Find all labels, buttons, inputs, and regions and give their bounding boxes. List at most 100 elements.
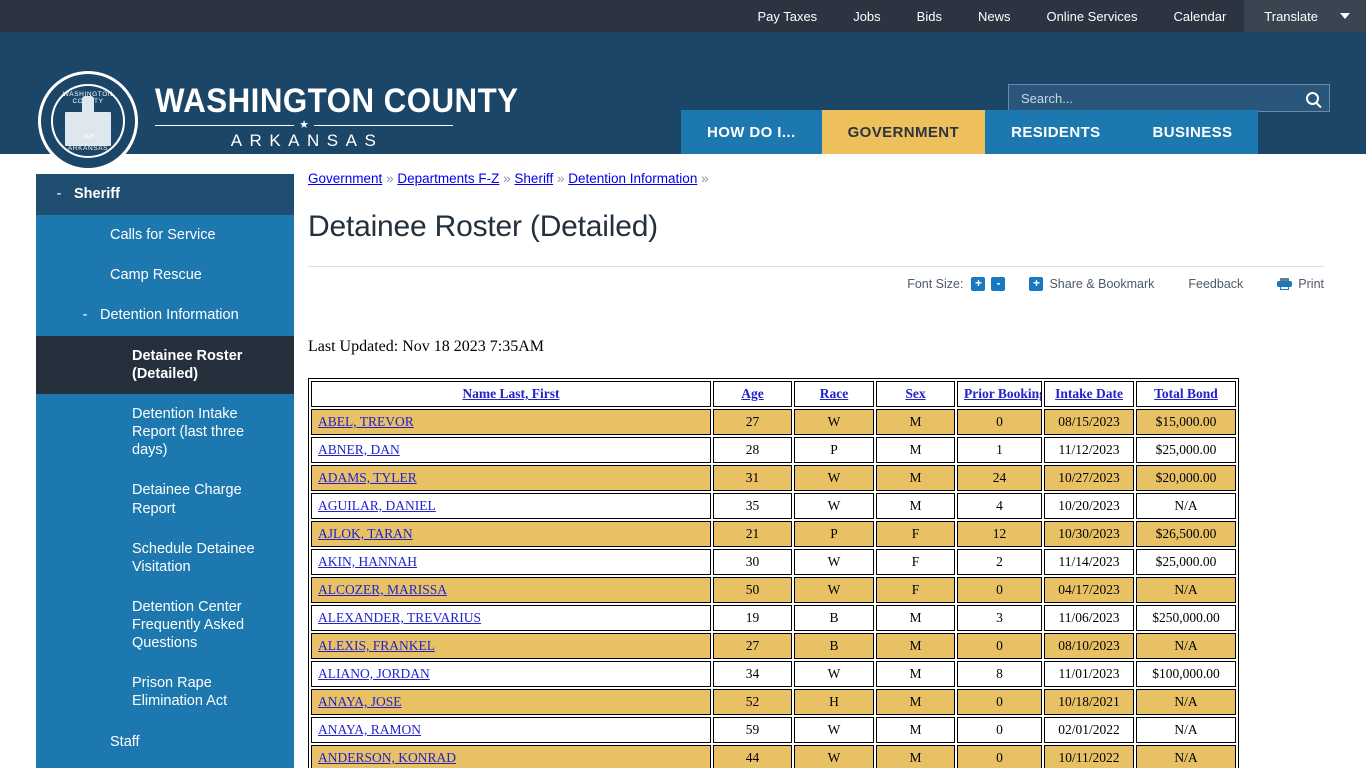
cell-name[interactable]: AJLOK, TARAN bbox=[311, 521, 711, 547]
column-header-intake[interactable]: Intake Date bbox=[1044, 381, 1134, 407]
site-search[interactable] bbox=[1008, 84, 1330, 112]
sidebar-item-detainee-charge-report[interactable]: Detainee Charge Report bbox=[36, 470, 294, 528]
sidebar-item-sheriff[interactable]: - Sheriff bbox=[36, 174, 294, 215]
cell-name[interactable]: ANDERSON, KONRAD bbox=[311, 745, 711, 768]
sort-link-sex[interactable]: Sex bbox=[905, 386, 925, 401]
sidebar-item-faqs[interactable]: +FAQs bbox=[36, 762, 294, 768]
sidebar-item-schedule-detainee-visitation[interactable]: Schedule Detainee Visitation bbox=[36, 529, 294, 587]
share-bookmark-button[interactable]: + Share & Bookmark bbox=[1029, 277, 1154, 291]
sort-link-intake[interactable]: Intake Date bbox=[1055, 386, 1123, 401]
sidebar-item-detention-center-frequently-asked-questions[interactable]: Detention Center Frequently Asked Questi… bbox=[36, 587, 294, 663]
sidebar-item-label: Camp Rescue bbox=[110, 266, 202, 283]
breadcrumb-item-detention-information[interactable]: Detention Information bbox=[568, 171, 697, 186]
detainee-link[interactable]: AKIN, HANNAH bbox=[318, 554, 417, 569]
wordmark-county: WASHINGTON COUNTY bbox=[155, 82, 519, 120]
table-row: ABNER, DAN 28 P M 1 11/12/2023 $25,000.00 bbox=[311, 437, 1236, 463]
detainee-link[interactable]: ANAYA, RAMON bbox=[318, 722, 421, 737]
sort-link-bond[interactable]: Total Bond bbox=[1154, 386, 1218, 401]
cell-name[interactable]: ANAYA, JOSE bbox=[311, 689, 711, 715]
top-link-online-services[interactable]: Online Services bbox=[1028, 0, 1155, 32]
top-link-jobs[interactable]: Jobs bbox=[835, 0, 898, 32]
feedback-label: Feedback bbox=[1188, 277, 1244, 291]
last-updated-text: Last Updated: Nov 18 2023 7:35AM bbox=[308, 338, 544, 355]
nav-residents[interactable]: RESIDENTS bbox=[985, 110, 1127, 154]
detainee-link[interactable]: AGUILAR, DANIEL bbox=[318, 498, 436, 513]
column-header-race[interactable]: Race bbox=[794, 381, 874, 407]
cell-race: B bbox=[794, 605, 874, 631]
sidebar-item-detainee-roster-detailed[interactable]: Detainee Roster (Detailed) bbox=[36, 335, 294, 394]
column-header-name[interactable]: Name Last, First bbox=[311, 381, 711, 407]
cell-name[interactable]: ALEXIS, FRANKEL bbox=[311, 633, 711, 659]
cell-name[interactable]: AKIN, HANNAH bbox=[311, 549, 711, 575]
nav-business[interactable]: BUSINESS bbox=[1126, 110, 1259, 154]
feedback-button[interactable]: Feedback bbox=[1188, 277, 1243, 291]
county-seal-logo[interactable]: WASHINGTON COUNTY 1828 ARKANSAS bbox=[38, 71, 138, 171]
column-header-age[interactable]: Age bbox=[713, 381, 792, 407]
breadcrumb-item-government[interactable]: Government bbox=[308, 171, 382, 186]
print-button[interactable]: Print bbox=[1277, 277, 1324, 291]
sidebar-item-calls-for-service[interactable]: Calls for Service bbox=[36, 215, 294, 255]
top-link-bids[interactable]: Bids bbox=[899, 0, 960, 32]
cell-name[interactable]: ABNER, DAN bbox=[311, 437, 711, 463]
detainee-link[interactable]: ALCOZER, MARISSA bbox=[318, 582, 447, 597]
cell-prior-bookings: 12 bbox=[957, 521, 1042, 547]
sidebar-item-prison-rape-elimination-act[interactable]: Prison Rape Elimination Act bbox=[36, 663, 294, 721]
nav-how-do-i[interactable]: HOW DO I... bbox=[681, 110, 822, 154]
column-header-sex[interactable]: Sex bbox=[876, 381, 955, 407]
sort-link-name[interactable]: Name Last, First bbox=[462, 386, 559, 401]
detainee-link[interactable]: ALIANO, JORDAN bbox=[318, 666, 430, 681]
search-input[interactable] bbox=[1019, 89, 1306, 107]
breadcrumb: Government » Departments F-Z » Sheriff »… bbox=[308, 171, 1324, 186]
cell-race: P bbox=[794, 521, 874, 547]
share-plus-icon[interactable]: + bbox=[1029, 277, 1044, 291]
site-wordmark[interactable]: WASHINGTON COUNTY ★ ARKANSAS bbox=[155, 84, 550, 151]
cell-name[interactable]: ALCOZER, MARISSA bbox=[311, 577, 711, 603]
detainee-link[interactable]: ALEXANDER, TREVARIUS bbox=[318, 610, 481, 625]
cell-name[interactable]: ANAYA, RAMON bbox=[311, 717, 711, 743]
search-icon[interactable] bbox=[1306, 91, 1319, 105]
sidebar-item-staff[interactable]: Staff bbox=[36, 722, 294, 762]
collapse-icon[interactable]: - bbox=[54, 185, 64, 204]
breadcrumb-separator-trailing: » bbox=[701, 171, 709, 186]
breadcrumb-item-departments[interactable]: Departments F-Z bbox=[397, 171, 499, 186]
cell-age: 52 bbox=[713, 689, 792, 715]
top-utility-bar: Pay Taxes Jobs Bids News Online Services… bbox=[0, 0, 1366, 32]
sort-link-race[interactable]: Race bbox=[820, 386, 848, 401]
cell-name[interactable]: ALEXANDER, TREVARIUS bbox=[311, 605, 711, 631]
collapse-icon[interactable]: - bbox=[80, 306, 90, 325]
detainee-link[interactable]: ALEXIS, FRANKEL bbox=[318, 638, 435, 653]
cell-name[interactable]: ALIANO, JORDAN bbox=[311, 661, 711, 687]
cell-total-bond: $250,000.00 bbox=[1136, 605, 1236, 631]
detainee-link[interactable]: ABNER, DAN bbox=[318, 442, 400, 457]
detainee-link[interactable]: ADAMS, TYLER bbox=[318, 470, 417, 485]
cell-age: 27 bbox=[713, 409, 792, 435]
detainee-link[interactable]: AJLOK, TARAN bbox=[318, 526, 413, 541]
nav-government[interactable]: GOVERNMENT bbox=[821, 110, 986, 154]
sidebar-item-camp-rescue[interactable]: Camp Rescue bbox=[36, 255, 294, 295]
translate-dropdown[interactable]: Translate bbox=[1244, 0, 1366, 32]
cell-name[interactable]: ABEL, TREVOR bbox=[311, 409, 711, 435]
detainee-link[interactable]: ANDERSON, KONRAD bbox=[318, 750, 456, 765]
cell-age: 19 bbox=[713, 605, 792, 631]
cell-name[interactable]: AGUILAR, DANIEL bbox=[311, 493, 711, 519]
cell-total-bond: N/A bbox=[1136, 633, 1236, 659]
cell-total-bond: $20,000.00 bbox=[1136, 465, 1236, 491]
detainee-link[interactable]: ANAYA, JOSE bbox=[318, 694, 402, 709]
column-header-prior[interactable]: Prior Bookings bbox=[957, 381, 1042, 407]
sort-link-age[interactable]: Age bbox=[741, 386, 764, 401]
breadcrumb-item-sheriff[interactable]: Sheriff bbox=[514, 171, 553, 186]
font-decrease-button[interactable]: - bbox=[991, 277, 1006, 291]
font-increase-button[interactable]: + bbox=[971, 277, 986, 291]
detainee-link[interactable]: ABEL, TREVOR bbox=[318, 414, 414, 429]
top-link-pay-taxes[interactable]: Pay Taxes bbox=[739, 0, 835, 32]
sidebar-item-detention-information[interactable]: - Detention Information bbox=[36, 295, 294, 336]
column-header-bond[interactable]: Total Bond bbox=[1136, 381, 1236, 407]
top-link-calendar[interactable]: Calendar bbox=[1156, 0, 1245, 32]
cell-name[interactable]: ADAMS, TYLER bbox=[311, 465, 711, 491]
cell-intake-date: 10/27/2023 bbox=[1044, 465, 1134, 491]
cell-total-bond: $100,000.00 bbox=[1136, 661, 1236, 687]
sort-link-prior[interactable]: Prior Bookings bbox=[964, 386, 1041, 401]
sidebar-item-detention-intake-report-last-three-days[interactable]: Detention Intake Report (last three days… bbox=[36, 394, 294, 470]
top-link-news[interactable]: News bbox=[960, 0, 1029, 32]
